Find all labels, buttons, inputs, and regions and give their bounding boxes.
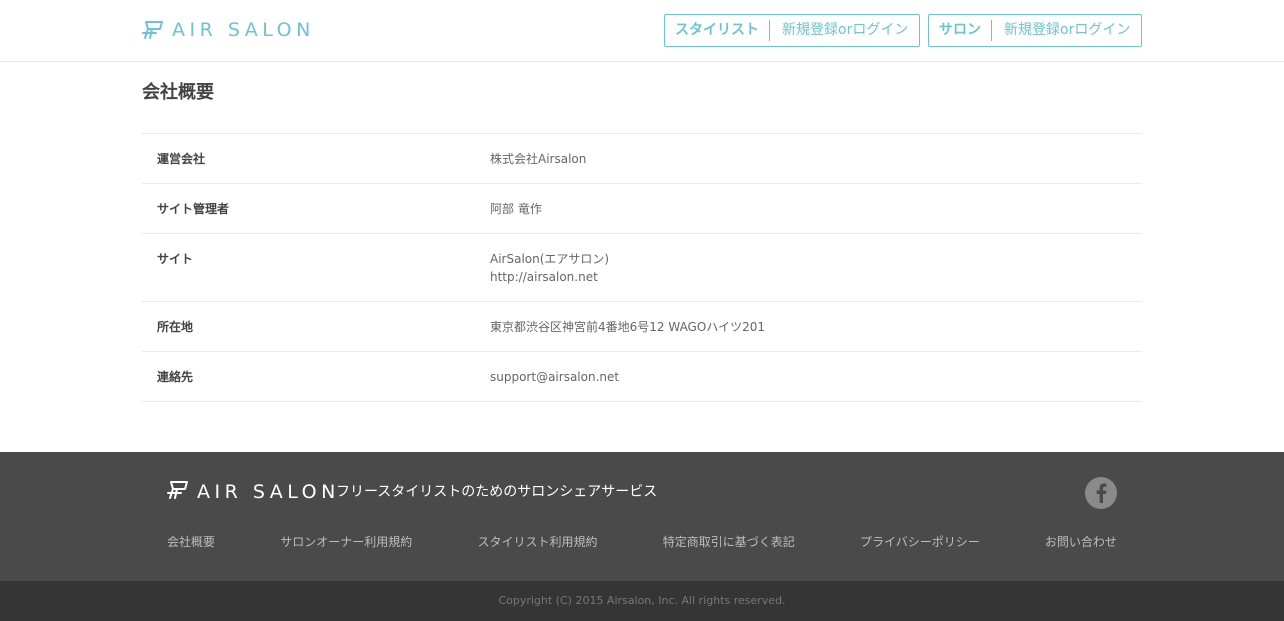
site-footer xyxy=(0,452,1284,581)
copyright-text: Copyright (C) 2015 Airsalon, Inc. All ri… xyxy=(498,594,786,607)
chair-logo-icon xyxy=(167,480,189,504)
chair-logo-icon xyxy=(142,20,164,40)
info-label: 所在地 xyxy=(157,320,194,334)
address-text: 東京都渋谷区神宮前4番地6号12 WAGOハイツ201 xyxy=(490,320,765,334)
info-row-admin: サイト管理者 阿部 竜作 xyxy=(142,184,1142,234)
company-info-table: 運営会社 株式会社Airsalon サイト管理者 阿部 竜作 サイト AirSa… xyxy=(142,133,1142,402)
info-value: support@airsalon.net xyxy=(490,368,619,386)
site-header: AIR SALON スタイリスト 新規登録orログイン サロン 新規登録orログ… xyxy=(0,0,1284,62)
footer-link-privacy[interactable]: プライバシーポリシー xyxy=(860,534,980,550)
info-row-operator: 運営会社 株式会社Airsalon xyxy=(142,134,1142,184)
info-label: 運営会社 xyxy=(157,152,206,166)
info-label: サイト xyxy=(157,252,194,266)
info-label: 連絡先 xyxy=(157,370,194,384)
footer-link-commerce-law[interactable]: 特定商取引に基づく表記 xyxy=(663,534,795,550)
info-row-address: 所在地 東京都渋谷区神宮前4番地6号12 WAGOハイツ201 xyxy=(142,302,1142,352)
stylist-auth-button[interactable]: スタイリスト 新規登録orログイン xyxy=(664,14,920,47)
info-value: 株式会社Airsalon xyxy=(490,150,586,168)
footer-link-contact[interactable]: お問い合わせ xyxy=(1045,534,1117,550)
salon-role-label: サロン xyxy=(929,20,992,41)
facebook-icon[interactable] xyxy=(1085,477,1117,509)
page-title: 会社概要 xyxy=(142,82,214,103)
stylist-role-label: スタイリスト xyxy=(665,20,770,41)
footer-logo[interactable]: AIR SALON xyxy=(167,480,340,504)
footer-links: 会社概要 サロンオーナー利用規約 スタイリスト利用規約 特定商取引に基づく表記 … xyxy=(167,534,1117,550)
contact-email: support@airsalon.net xyxy=(490,370,620,384)
salon-login-link[interactable]: 新規登録orログイン xyxy=(992,20,1140,41)
info-value: AirSalon(エアサロン) http://airsalon.net xyxy=(490,250,609,286)
footer-link-salon-terms[interactable]: サロンオーナー利用規約 xyxy=(280,534,412,550)
info-row-site: サイト AirSalon(エアサロン) http://airsalon.net xyxy=(142,234,1142,302)
company-name: 株式会社Airsalon xyxy=(490,152,587,166)
footer-tagline: フリースタイリストのためのサロンシェアサービス xyxy=(336,484,658,500)
site-url: http://airsalon.net xyxy=(490,270,598,284)
logo-text: AIR SALON xyxy=(172,19,315,41)
info-row-contact: 連絡先 support@airsalon.net xyxy=(142,352,1142,402)
stylist-login-link[interactable]: 新規登録orログイン xyxy=(770,20,918,41)
site-name: AirSalon(エアサロン) xyxy=(490,252,610,266)
footer-logo-text: AIR SALON xyxy=(197,481,340,503)
admin-name: 阿部 竜作 xyxy=(490,202,542,216)
footer-link-stylist-terms[interactable]: スタイリスト利用規約 xyxy=(477,534,597,550)
info-label: サイト管理者 xyxy=(157,202,230,216)
info-value: 阿部 竜作 xyxy=(490,200,542,218)
info-value: 東京都渋谷区神宮前4番地6号12 WAGOハイツ201 xyxy=(490,318,765,336)
salon-auth-button[interactable]: サロン 新規登録orログイン xyxy=(928,14,1142,47)
footer-link-company[interactable]: 会社概要 xyxy=(167,534,215,550)
site-logo[interactable]: AIR SALON xyxy=(142,17,315,43)
